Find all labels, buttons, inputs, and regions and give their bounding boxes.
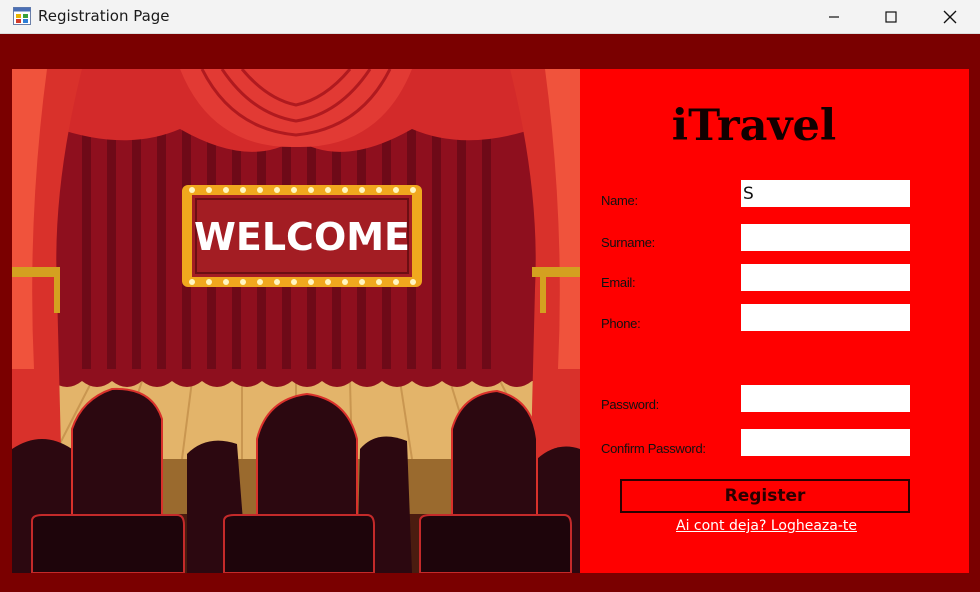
surname-field[interactable]	[741, 224, 910, 251]
close-button[interactable]	[922, 0, 978, 33]
app-window-icon	[13, 7, 31, 25]
maximize-icon	[885, 10, 897, 23]
welcome-banner-text: WELCOME	[194, 215, 410, 259]
password-field[interactable]	[741, 385, 910, 412]
close-icon	[943, 10, 957, 24]
minimize-button[interactable]	[806, 0, 862, 33]
brand-title: iTravel	[671, 101, 837, 151]
email-field[interactable]	[741, 264, 910, 291]
theater-stage-image: WELCOME	[12, 69, 580, 573]
password-label: Password:	[601, 397, 659, 412]
maximize-button[interactable]	[863, 0, 919, 33]
window-title: Registration Page	[38, 7, 170, 25]
title-bar: Registration Page	[0, 0, 980, 34]
name-label: Name:	[601, 193, 638, 208]
minimize-icon	[828, 11, 840, 23]
phone-field[interactable]	[741, 304, 910, 331]
confirm-password-field[interactable]	[741, 429, 910, 456]
name-field[interactable]	[741, 180, 910, 207]
register-button[interactable]: Register	[620, 479, 910, 513]
confirm-password-label: Confirm Password:	[601, 441, 706, 456]
registration-panel: iTravel Name: Surname: Email: Phone: Pas…	[580, 69, 969, 573]
login-link[interactable]: Ai cont deja? Logheaza-te	[676, 518, 857, 534]
phone-label: Phone:	[601, 316, 641, 331]
email-label: Email:	[601, 275, 636, 290]
surname-label: Surname:	[601, 235, 655, 250]
